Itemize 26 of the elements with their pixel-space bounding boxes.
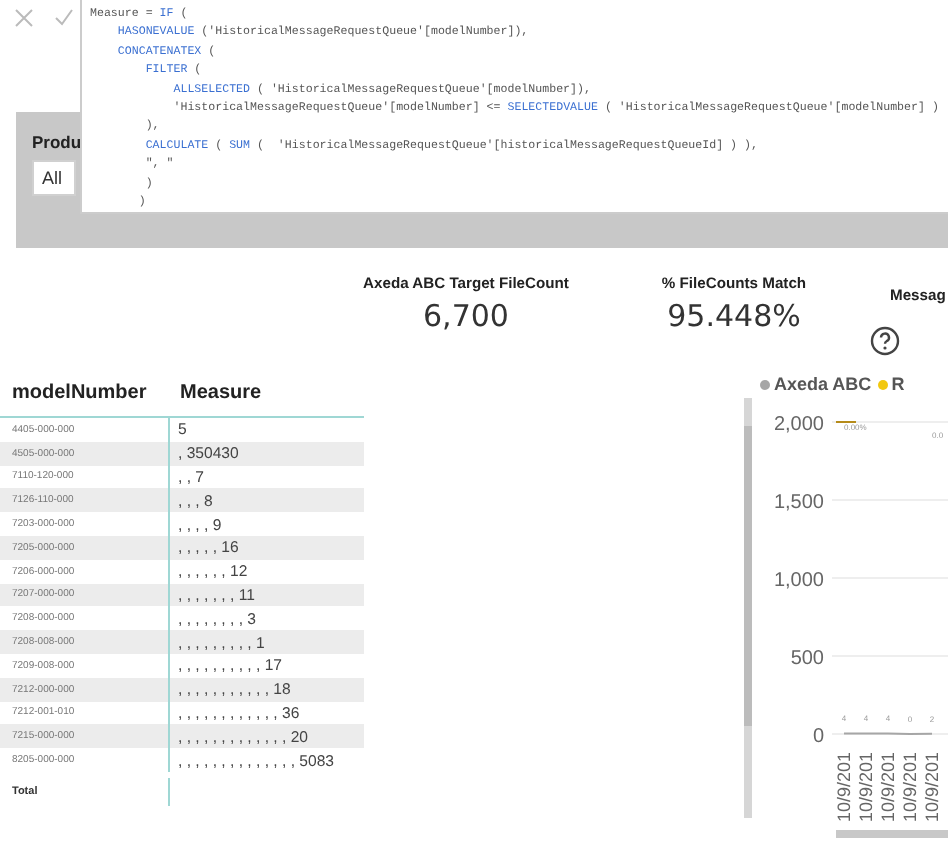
card-value: 6,700 [423,298,509,334]
axis-tick-label: 1,000 [773,570,824,592]
axis-tick-label: 0 [812,726,824,748]
column-header[interactable]: Measure [168,382,364,404]
axis-category-label: 10/9/201 [900,751,920,822]
check-icon[interactable] [54,8,74,28]
slicer-dropdown[interactable]: All [32,160,76,196]
axis-category-label: 10/9/201 [922,751,942,822]
axis-tick-label: 1,500 [773,492,824,514]
slicer-title: Produ [32,132,82,152]
axis-category-label: 10/9/201 [878,751,898,822]
series-line [843,732,933,735]
horizontal-scrollbar[interactable] [836,830,948,838]
help-icon[interactable] [870,326,900,356]
vertical-scrollbar[interactable] [744,398,752,818]
legend-item: R [877,374,905,394]
axis-category-label: 10/9/201 [856,751,876,822]
column-header[interactable]: modelNumber [0,382,168,404]
close-icon[interactable] [14,8,34,28]
scrollbar-thumb[interactable] [744,426,752,726]
formula-editor[interactable] [80,0,948,214]
legend-item: Axeda ABC [760,374,872,394]
card-value: 95.448% [667,298,801,334]
axis-category-label: 10/9/201 [834,751,854,822]
axis-tick-label: 2,000 [773,414,824,436]
axis-tick-label: 500 [790,648,824,670]
